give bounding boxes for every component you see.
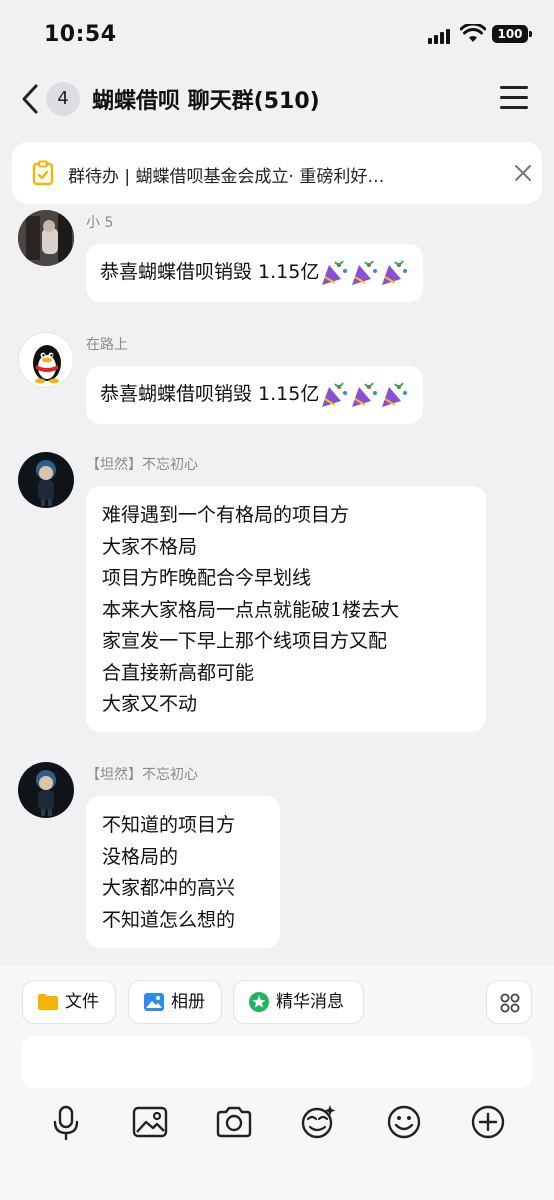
avatar[interactable] [18,210,74,266]
message-text: 恭喜蝴蝶借呗销毁 1.15亿 [100,383,320,405]
input-toolbar [0,1100,554,1144]
chat-message: 小 5 恭喜蝴蝶借呗销毁 1.15亿 [0,210,554,302]
group-title[interactable]: 蝴蝶借呗 聊天群(510) [92,83,320,115]
sticker-icon[interactable] [298,1102,338,1142]
message-line: 家宣发一下早上那个线项目方又配 [102,630,388,652]
todo-banner-text: 群待办 | 蝴蝶借呗基金会成立· 重磅利好… [68,167,385,187]
files-shortcut-button[interactable]: 文件 [22,980,116,1024]
message-line: 大家不格局 [102,535,198,558]
message-line: 大家都冲的高兴 [102,877,236,899]
microphone-icon[interactable] [46,1102,86,1142]
album-shortcut-button[interactable]: 相册 [128,980,222,1024]
chat-message: 【坦然】不忘初心 难得遇到一个有格局的项目方 大家不格局 项目方昨晚配合今早划线… [0,452,554,734]
message-line: 本来大家格局一点点就能破1楼去大 [102,598,400,621]
folder-icon [38,994,58,1010]
message-line: 不知道怎么想的 [102,908,236,931]
message-line: 项目方昨晚配合今早划线 [102,567,312,589]
message-bubble[interactable]: 恭喜蝴蝶借呗销毁 1.15亿 [86,244,424,302]
chat-message: 【坦然】不忘初心 不知道的项目方 没格局的 大家都冲的高兴 不知道怎么想的 [0,762,554,950]
party-popper-icon [382,381,408,407]
status-bar: 10:54 100 [0,0,554,70]
cellular-signal-icon [428,28,454,44]
message-line: 没格局的 [102,845,179,868]
avatar[interactable] [18,452,74,508]
sender-name: 【坦然】不忘初心 [86,457,198,473]
chip-label: 精华消息 [276,992,344,1012]
essence-messages-button[interactable]: 精华消息 [233,980,364,1024]
close-icon[interactable] [512,162,534,184]
back-chevron-icon[interactable] [16,80,44,118]
avatar[interactable] [18,762,74,818]
message-bubble[interactable]: 恭喜蝴蝶借呗销毁 1.15亿 [86,366,424,424]
party-popper-icon [322,259,348,285]
message-bubble[interactable]: 不知道的项目方 没格局的 大家都冲的高兴 不知道怎么想的 [86,796,280,948]
message-bubble[interactable]: 难得遇到一个有格局的项目方 大家不格局 项目方昨晚配合今早划线 本来大家格局一点… [86,486,486,732]
message-line: 大家又不动 [102,693,198,715]
more-apps-grid-icon[interactable] [486,980,532,1024]
group-todo-banner[interactable]: 群待办 | 蝴蝶借呗基金会成立· 重磅利好… [12,142,542,204]
battery-indicator: 100 [492,25,532,43]
plus-icon[interactable] [468,1102,508,1142]
sender-name: 【坦然】不忘初心 [86,767,198,783]
star-icon [249,992,269,1012]
party-popper-icon [382,259,408,285]
chip-label: 文件 [65,992,99,1012]
bottom-panel: 文件 相册 精华消息 [0,966,554,1200]
party-popper-icon [322,381,348,407]
message-line: 合直接新高都可能 [102,661,255,684]
message-line: 难得遇到一个有格局的项目方 [102,504,350,526]
message-text: 恭喜蝴蝶借呗销毁 1.15亿 [100,261,320,283]
party-popper-icon [352,381,378,407]
image-icon [144,993,164,1011]
wifi-icon [460,24,486,42]
picture-icon[interactable] [130,1102,170,1142]
chat-header: 4 蝴蝶借呗 聊天群(510) [0,70,554,128]
sender-name: 小 5 [86,215,114,231]
emoji-icon[interactable] [384,1102,424,1142]
camera-icon[interactable] [214,1102,254,1142]
message-line: 不知道的项目方 [102,814,236,836]
message-input[interactable] [22,1036,532,1088]
chip-label: 相册 [171,992,205,1012]
status-time: 10:54 [44,22,117,47]
hamburger-menu-icon[interactable] [500,86,528,110]
sender-name: 在路上 [86,337,128,353]
chat-message: 在路上 恭喜蝴蝶借呗销毁 1.15亿 [0,332,554,424]
party-popper-icon [352,259,378,285]
clipboard-check-icon [32,160,54,186]
avatar[interactable] [18,332,74,388]
unread-count-badge[interactable]: 4 [46,82,80,116]
